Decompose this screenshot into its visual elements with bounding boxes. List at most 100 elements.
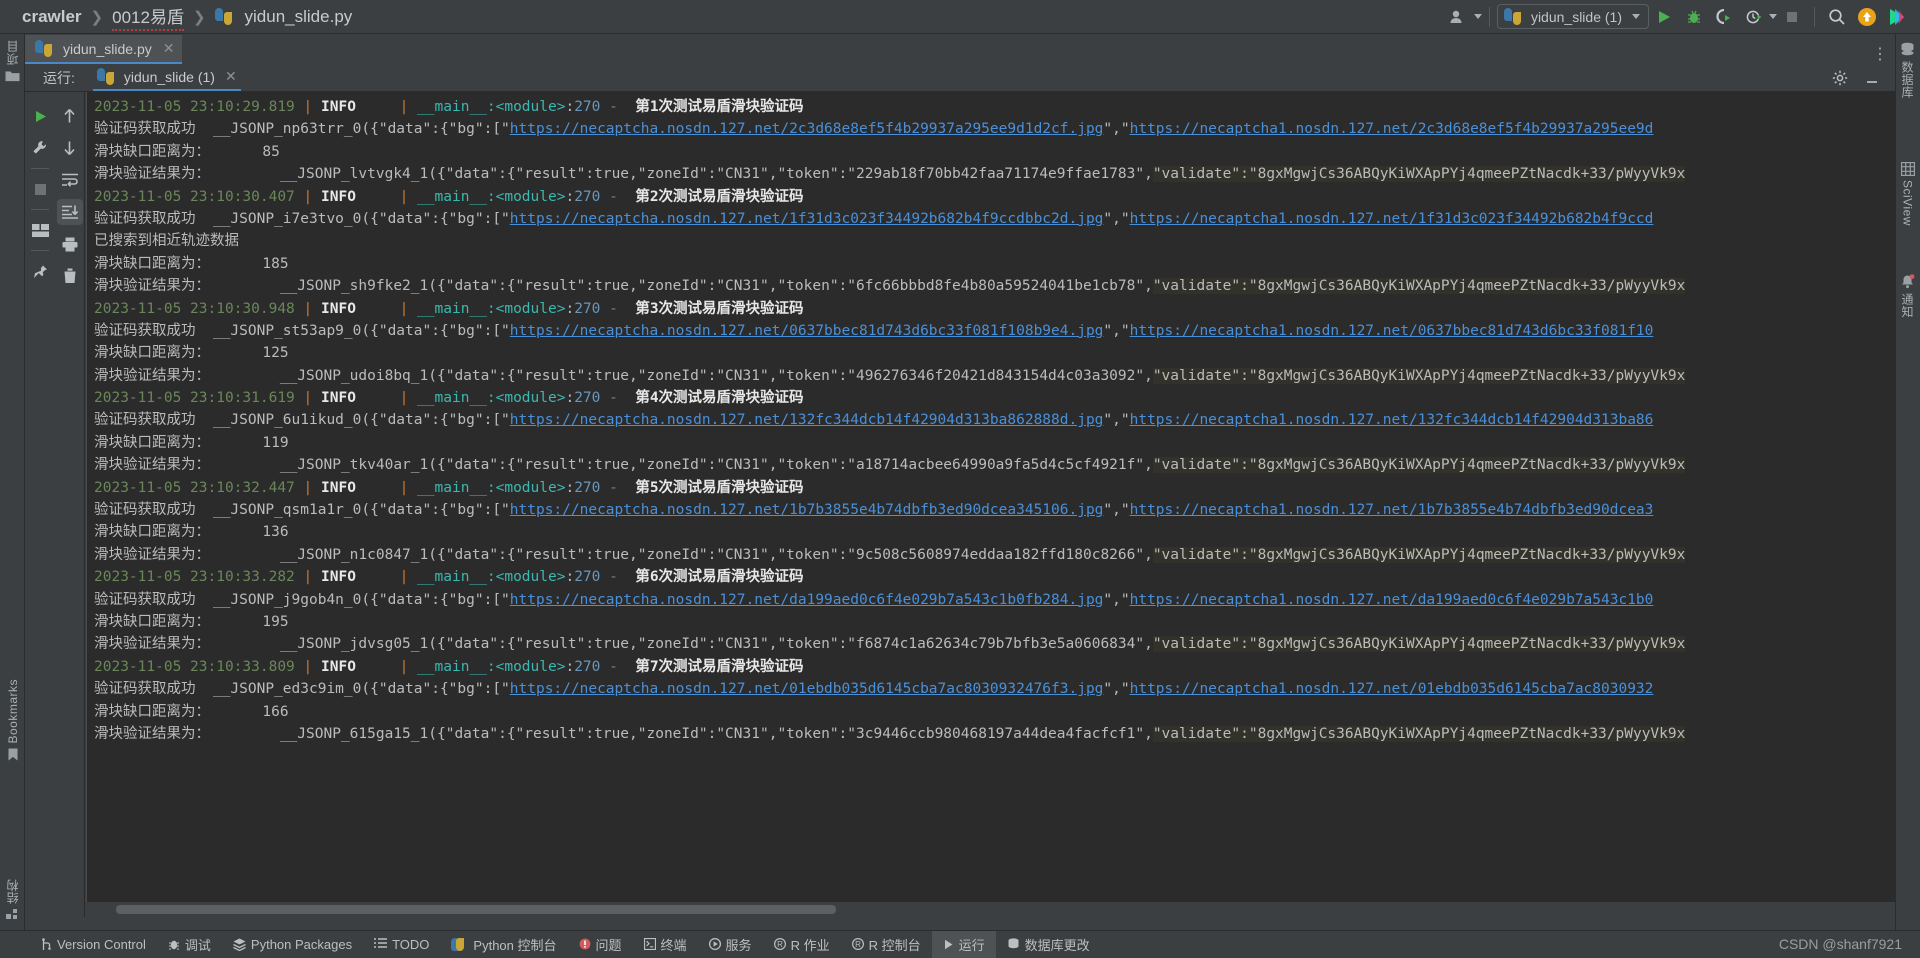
gear-icon[interactable] [1825,63,1855,93]
layout-icon[interactable] [27,217,53,243]
console-horizontal-scrollbar[interactable] [86,902,1895,917]
status-item-debug[interactable]: 调试 [157,931,222,958]
console-captcha-line: 验证码获取成功 __JSONP_j9gob4n_0({"data":{"bg":… [86,589,1895,611]
python-file-icon [35,40,52,57]
run-toolbar-primary [25,92,55,917]
console-result-line: 滑块验证结果为： __JSONP_jdvsg05_1({"data":{"res… [86,633,1895,655]
ide-logo-icon[interactable] [1882,2,1912,32]
status-item-r-console[interactable]: R R 控制台 [841,931,932,958]
editor-tab-bar: yidun_slide.py ✕ ⋮ [25,34,1895,64]
editor-tab-label: yidun_slide.py [63,41,152,57]
soft-wrap-icon[interactable] [57,167,83,193]
status-label: 调试 [185,935,211,954]
debug-icon[interactable] [1679,2,1709,32]
r-icon: R [852,938,864,950]
console-track-line: 已搜索到相近轨迹数据 [86,230,1895,252]
breadcrumb-project[interactable]: crawler [22,7,82,27]
sidebar-item-sciview[interactable]: SciView [1895,162,1920,226]
breadcrumb-file[interactable]: yidun_slide.py [245,7,353,27]
run-tab-yidun-slide[interactable]: yidun_slide (1) ✕ [93,64,241,91]
status-item-problems[interactable]: 问题 [568,931,633,958]
minimize-icon[interactable] [1857,63,1887,93]
run-coverage-icon[interactable] [1709,2,1739,32]
stop-icon[interactable] [27,176,53,202]
sidebar-item-structure[interactable]: 结构 [0,879,25,920]
divider [31,209,49,210]
divider [31,168,49,169]
update-icon[interactable] [1852,2,1882,32]
console-result-line: 滑块验证结果为： __JSONP_sh9fke2_1({"data":{"res… [86,275,1895,297]
run-configuration-selector[interactable]: yidun_slide (1) [1497,4,1649,29]
stop-icon [1777,2,1807,32]
services-icon [709,938,721,950]
pin-icon[interactable] [27,258,53,284]
status-item-r-jobs[interactable]: R R 作业 [763,931,841,958]
sidebar-item-database[interactable]: 数据库 [1895,42,1920,99]
left-tool-stripe: 项目 Bookmarks 结构 [0,34,25,957]
sidebar-item-project[interactable]: 项目 [0,40,25,82]
console-result-line: 滑块验证结果为： __JSONP_tkv40ar_1({"data":{"res… [86,454,1895,476]
watermark: CSDN @shanf7921 [1779,936,1920,952]
divider [1489,7,1490,27]
sidebar-item-notifications[interactable]: 通知 [1895,274,1920,318]
console-log-line: 2023-11-05 23:10:33.282 | INFO | __main_… [86,566,1895,588]
toolbar-right-group: yidun_slide (1) [1444,2,1920,32]
trash-icon[interactable] [57,263,83,289]
user-group-icon[interactable] [1444,2,1474,32]
down-arrow-icon[interactable] [57,135,83,161]
sciview-icon [1901,162,1915,176]
run-configuration-label: yidun_slide (1) [1531,9,1622,25]
console-captcha-line: 验证码获取成功 __JSONP_np63trr_0({"data":{"bg":… [86,118,1895,140]
console-result-line: 滑块验证结果为： __JSONP_n1c0847_1({"data":{"res… [86,544,1895,566]
status-label: Python 控制台 [473,935,556,954]
more-options-icon[interactable]: ⋮ [1872,44,1889,64]
console-captcha-line: 验证码获取成功 __JSONP_6u1ikud_0({"data":{"bg":… [86,409,1895,431]
database-label: 数据库 [1899,61,1916,99]
status-item-database-changes[interactable]: 数据库更改 [996,931,1101,958]
run-console[interactable]: 2023-11-05 23:10:29.819 | INFO | __main_… [86,92,1895,917]
run-tab-label: yidun_slide (1) [124,69,215,85]
close-icon[interactable]: ✕ [225,68,237,85]
run-toolbar-secondary [55,92,85,917]
status-item-version-control[interactable]: Version Control [30,931,157,958]
status-item-run[interactable]: 运行 [932,931,996,958]
folder-icon [5,69,20,82]
run-icon[interactable] [1649,2,1679,32]
packages-icon [233,938,246,951]
close-icon[interactable]: ✕ [163,40,175,57]
status-item-services[interactable]: 服务 [698,931,763,958]
chevron-down-icon [1632,14,1640,19]
console-gap-line: 滑块缺口距离为： 166 [86,701,1895,723]
status-label: Python Packages [251,937,352,952]
status-item-terminal[interactable]: 终端 [633,931,698,958]
status-item-python-console[interactable]: Python 控制台 [440,931,567,958]
status-label: R 控制台 [869,935,921,954]
chevron-down-icon[interactable] [1474,14,1482,19]
editor-tab-yidun-slide[interactable]: yidun_slide.py ✕ [25,35,182,64]
profile-icon[interactable] [1739,2,1769,32]
console-gap-line: 滑块缺口距离为： 185 [86,253,1895,275]
chevron-down-icon[interactable] [1769,14,1777,19]
structure-icon [6,908,20,920]
bell-icon [1900,274,1915,289]
database-icon [1900,42,1915,57]
up-arrow-icon[interactable] [57,103,83,129]
scrollbar-thumb[interactable] [116,905,836,914]
console-gap-line: 滑块缺口距离为： 125 [86,342,1895,364]
sidebar-item-bookmarks[interactable]: Bookmarks [0,679,25,762]
status-item-todo[interactable]: TODO [363,931,440,958]
scroll-to-end-icon[interactable] [57,199,83,225]
status-item-python-packages[interactable]: Python Packages [222,931,363,958]
status-label: 问题 [596,935,622,954]
chevron-right-icon: ❯ [193,8,206,26]
print-icon[interactable] [57,231,83,257]
settings-wrench-icon[interactable] [27,135,53,161]
database-changes-icon [1007,938,1020,951]
rerun-icon[interactable] [27,103,53,129]
chevron-right-icon: ❯ [91,8,104,26]
search-icon[interactable] [1822,2,1852,32]
breadcrumb-folder[interactable]: 0012易盾 [112,3,184,31]
console-gap-line: 滑块缺口距离为： 136 [86,521,1895,543]
run-window-actions [1825,63,1895,93]
bookmarks-label: Bookmarks [6,679,20,744]
